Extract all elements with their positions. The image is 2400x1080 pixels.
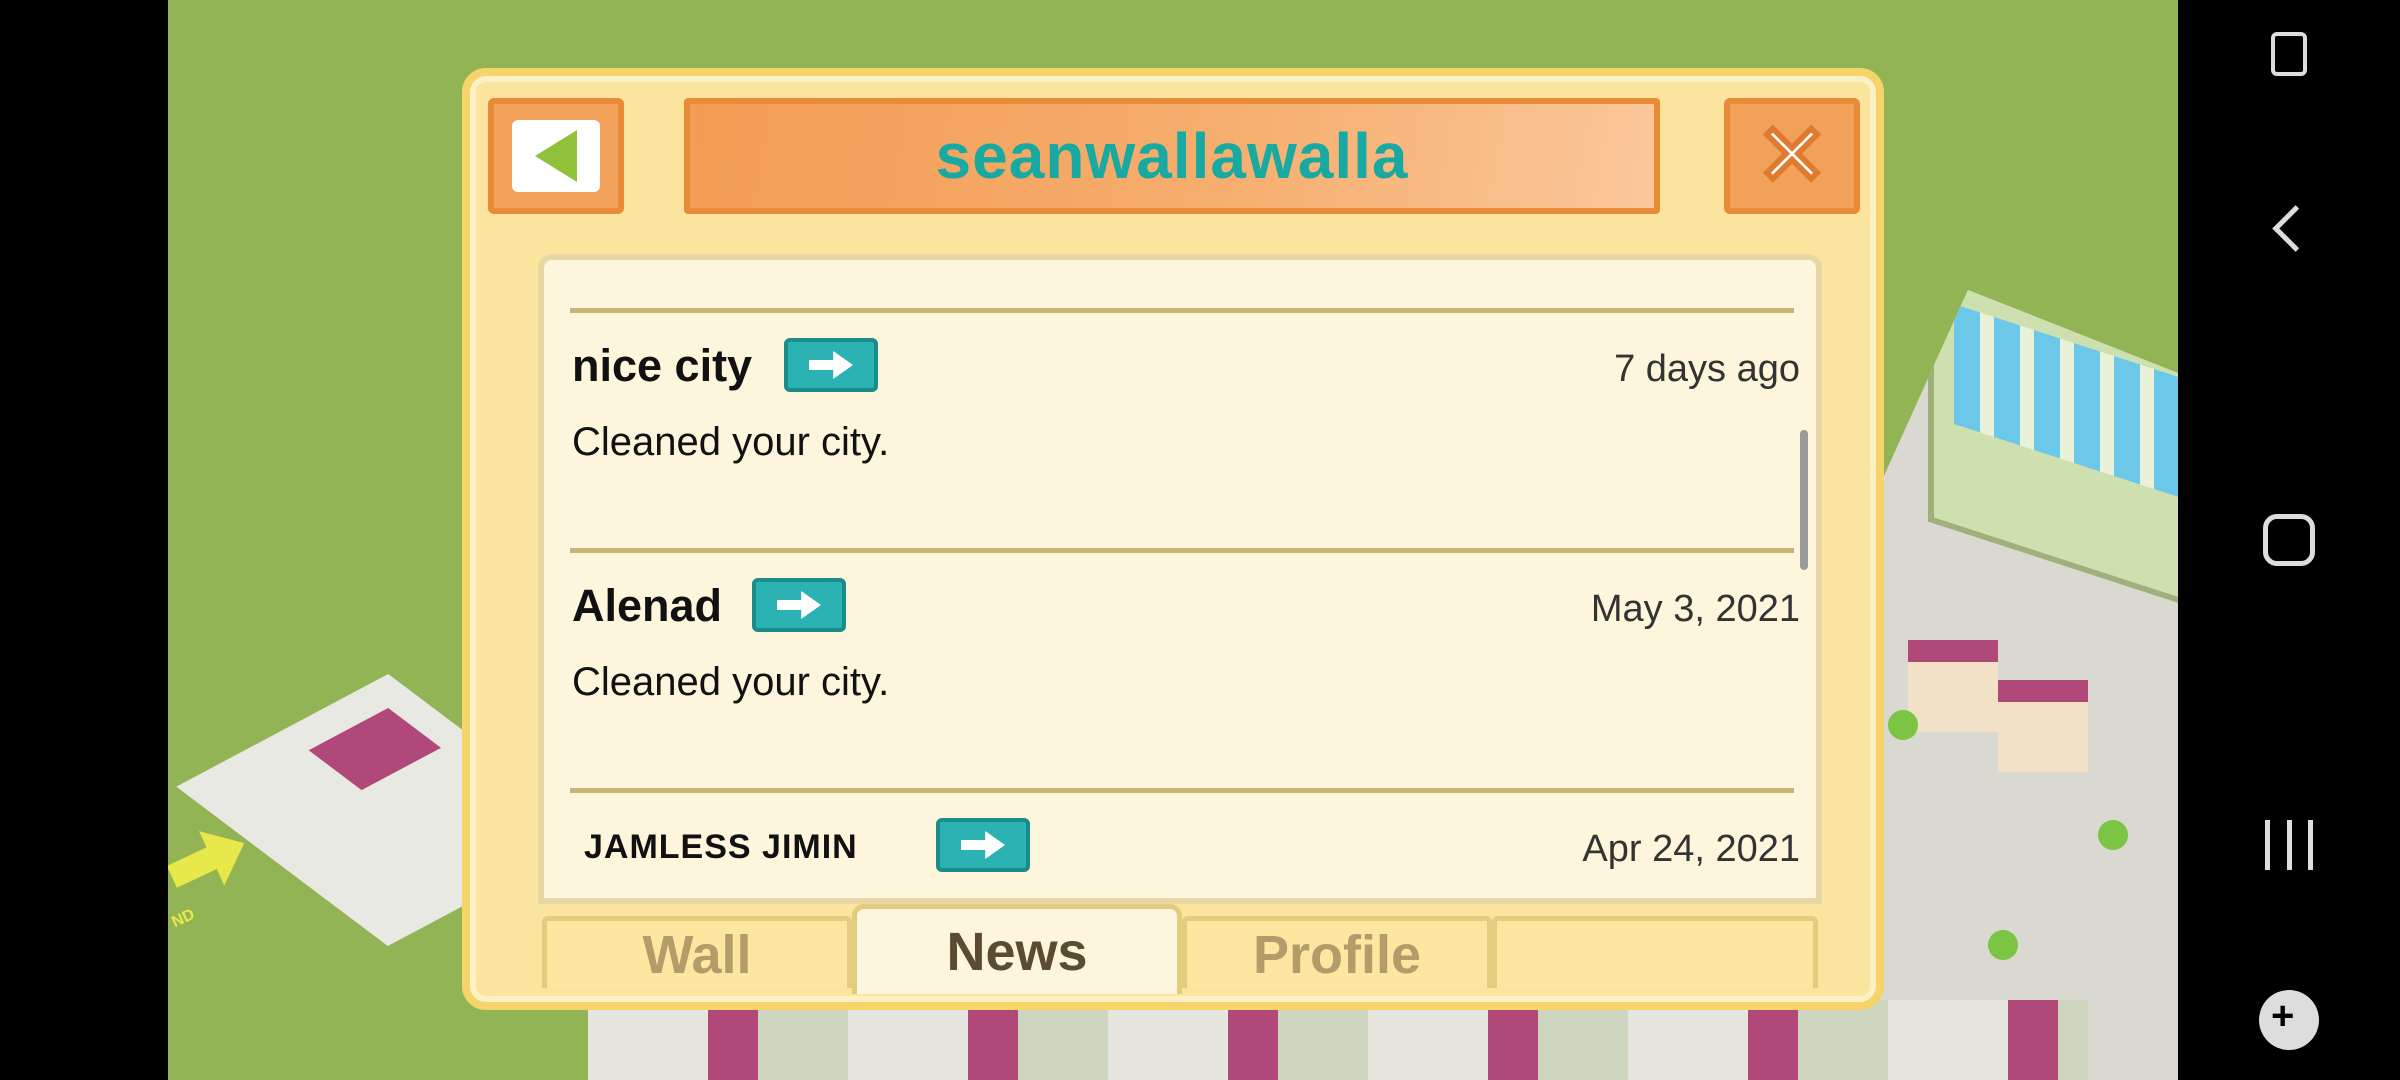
entry-message: Cleaned your city. — [572, 420, 890, 464]
news-feed[interactable]: nice city 7 days ago Cleaned your city. … — [538, 254, 1822, 904]
nav-back-icon[interactable] — [2272, 205, 2319, 252]
scrollbar[interactable] — [1800, 430, 1808, 570]
office-building[interactable] — [1928, 290, 2178, 643]
tree — [2098, 820, 2128, 850]
entry-message: Cleaned your city. — [572, 660, 890, 704]
city-buildings[interactable] — [1868, 290, 2178, 1080]
dialog-title: seanwallawalla — [935, 120, 1409, 192]
nav-home-icon[interactable] — [2263, 514, 2315, 566]
bottom-city-strip[interactable] — [588, 1000, 2088, 1080]
divider — [570, 788, 1794, 793]
system-navigation-bar — [2178, 0, 2400, 1080]
profile-dialog: seanwallawalla ✕ nice city 7 days ago Cl… — [462, 68, 1884, 1010]
land-label: ND — [169, 905, 198, 932]
house[interactable] — [1998, 680, 2088, 772]
tab-wall[interactable]: Wall — [542, 916, 852, 988]
close-icon: ✕ — [1748, 112, 1836, 201]
entry-name[interactable]: nice city — [572, 340, 752, 392]
tree — [1888, 710, 1918, 740]
tab-bar: Wall Profile News — [542, 896, 1818, 994]
arrow-right-icon — [777, 591, 821, 619]
title-bar: seanwallawalla — [684, 98, 1660, 214]
divider — [570, 308, 1794, 313]
tree — [1988, 930, 2018, 960]
tab-profile[interactable]: Profile — [1182, 916, 1492, 988]
arrow-right-icon — [809, 351, 853, 379]
divider — [570, 548, 1794, 553]
arrow-right-icon — [961, 831, 1005, 859]
keyboard-icon[interactable] — [2271, 32, 2307, 76]
back-button[interactable] — [488, 98, 624, 214]
visit-button[interactable] — [752, 578, 846, 632]
close-button[interactable]: ✕ — [1724, 98, 1860, 214]
nav-recents-icon[interactable] — [2265, 820, 2313, 870]
tab-empty — [1492, 916, 1818, 988]
tab-news[interactable]: News — [852, 904, 1182, 994]
back-arrow-icon — [535, 130, 577, 182]
entry-date: 7 days ago — [1614, 348, 1800, 390]
entry-name[interactable]: Alenad — [572, 580, 722, 632]
visit-button[interactable] — [784, 338, 878, 392]
house[interactable] — [1908, 640, 1998, 732]
entry-date: Apr 24, 2021 — [1582, 828, 1800, 870]
game-tools-icon[interactable] — [2259, 990, 2319, 1050]
visit-button[interactable] — [936, 818, 1030, 872]
entry-date: May 3, 2021 — [1590, 588, 1800, 630]
entry-name[interactable]: JAMLESS JIMIN — [584, 828, 858, 867]
